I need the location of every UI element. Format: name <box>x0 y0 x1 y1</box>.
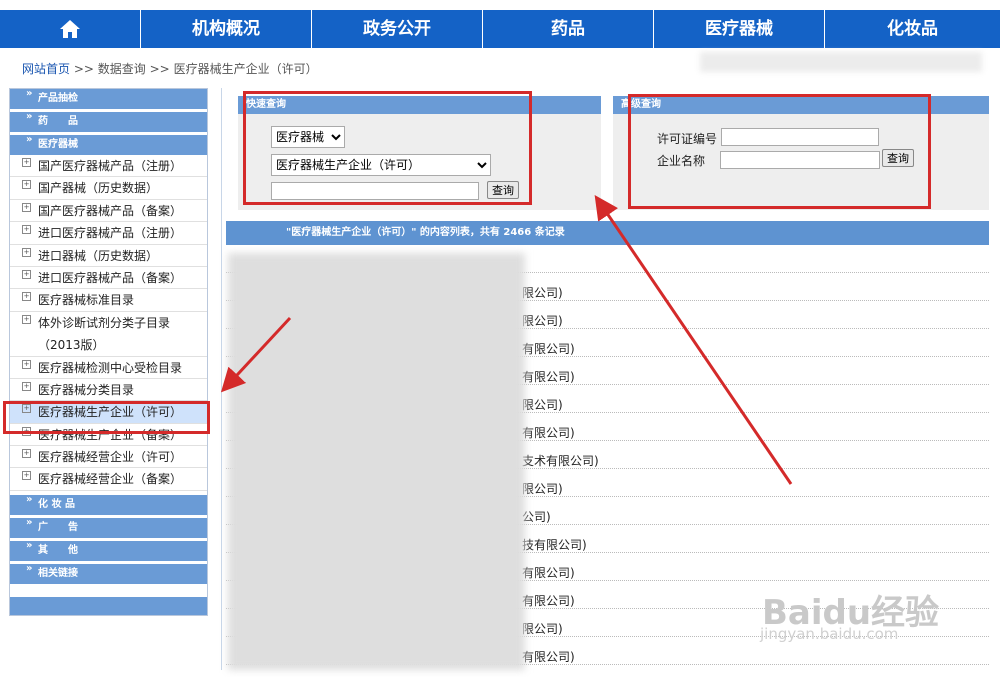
annotation-arrows <box>220 195 793 485</box>
baidu-watermark-url: jingyan.baidu.com <box>760 625 899 643</box>
arrow-to-sidebar <box>220 316 292 393</box>
arrow-to-search <box>594 195 793 485</box>
